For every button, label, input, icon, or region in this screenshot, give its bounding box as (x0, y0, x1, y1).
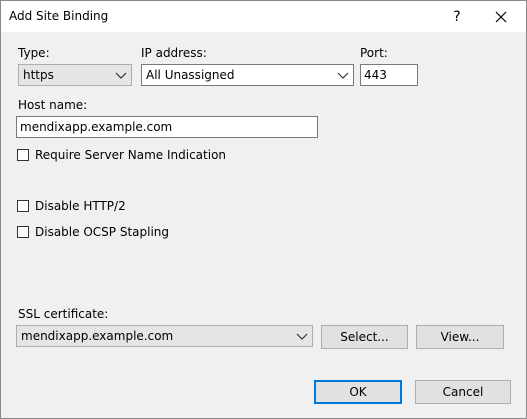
disable-http2-checkbox[interactable]: Disable HTTP/2 (17, 198, 126, 214)
disable-ocsp-checkbox-box (17, 226, 29, 238)
ip-address-label: IP address: (141, 46, 207, 60)
disable-ocsp-checkbox-label: Disable OCSP Stapling (35, 225, 170, 239)
chevron-down-icon (115, 72, 127, 79)
port-input[interactable]: 443 (360, 64, 418, 86)
ssl-certificate-select[interactable]: mendixapp.example.com (16, 325, 313, 347)
cancel-button[interactable]: Cancel (415, 380, 511, 404)
type-label: Type: (18, 46, 50, 60)
ok-button[interactable]: OK (314, 380, 402, 404)
ssl-certificate-value: mendixapp.example.com (21, 329, 174, 343)
help-button[interactable]: ? (435, 1, 479, 32)
close-icon (495, 11, 507, 22)
ip-address-select[interactable]: All Unassigned (141, 64, 354, 86)
add-site-binding-dialog: Add Site Binding ? Type: https IP addres… (0, 0, 527, 419)
ssl-certificate-label: SSL certificate: (18, 307, 109, 321)
dialog-title: Add Site Binding (9, 9, 109, 23)
type-select[interactable]: https (18, 64, 132, 86)
ip-address-value: All Unassigned (146, 68, 235, 82)
view-certificate-button[interactable]: View... (416, 325, 504, 349)
chevron-down-icon (337, 72, 349, 79)
port-label: Port: (360, 46, 388, 60)
sni-checkbox-label: Require Server Name Indication (35, 148, 227, 162)
disable-ocsp-checkbox[interactable]: Disable OCSP Stapling (17, 224, 169, 240)
type-value: https (23, 68, 54, 82)
disable-http2-checkbox-box (17, 200, 29, 212)
close-button[interactable] (479, 1, 523, 32)
disable-http2-checkbox-label: Disable HTTP/2 (35, 199, 126, 213)
host-name-input[interactable]: mendixapp.example.com (16, 116, 318, 138)
host-name-label: Host name: (18, 98, 88, 112)
chevron-down-icon (296, 333, 308, 340)
title-bar: Add Site Binding ? (1, 1, 526, 32)
sni-checkbox-box (17, 149, 29, 161)
port-value: 443 (364, 68, 387, 82)
sni-checkbox[interactable]: Require Server Name Indication (17, 147, 226, 163)
select-certificate-button[interactable]: Select... (321, 325, 408, 349)
host-name-value: mendixapp.example.com (20, 120, 173, 134)
